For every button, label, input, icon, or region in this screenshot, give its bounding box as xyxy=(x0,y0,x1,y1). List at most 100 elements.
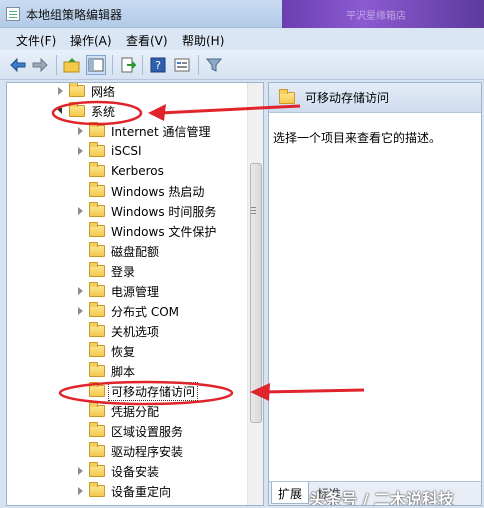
tree-item-label: 设备重定向 xyxy=(111,484,172,499)
tree-item-label: 磁盘配额 xyxy=(111,244,160,259)
tree-item-label: 网络 xyxy=(91,84,116,99)
menu-view[interactable]: 查看(V) xyxy=(126,32,168,49)
tree-item[interactable]: 登录 xyxy=(75,261,135,281)
folder-icon xyxy=(89,182,105,197)
tree-item[interactable]: Windows 时间服务 xyxy=(75,201,216,221)
details-pane: 可移动存储访问 选择一个项目来查看它的描述。 扩展 标准 头条号 / 二木说科技 xyxy=(268,82,482,506)
export-list-icon[interactable] xyxy=(118,55,138,75)
tree-item-label: Windows 时间服务 xyxy=(111,204,217,219)
toolbar-separator xyxy=(198,55,199,75)
tree-item-label: iSCSI xyxy=(111,144,142,158)
policy-editor-app-icon xyxy=(6,7,20,21)
tree-item-label: 区域设置服务 xyxy=(111,424,184,439)
tree-item[interactable]: 恢复 xyxy=(75,341,135,361)
folder-icon xyxy=(89,402,105,417)
toolbar-separator xyxy=(142,55,143,75)
tree-item[interactable]: Windows 热启动 xyxy=(75,181,204,201)
tree-item-label: 驱动程序安装 xyxy=(111,444,184,459)
tree-item[interactable]: 设备重定向 xyxy=(75,481,171,501)
tree-item-label: 恢复 xyxy=(111,344,136,359)
folder-icon xyxy=(89,122,105,137)
up-folder-icon[interactable] xyxy=(62,55,82,75)
tree-item[interactable]: 凭据分配 xyxy=(75,401,159,421)
tree-item[interactable]: 分布式 COM xyxy=(75,301,179,321)
folder-icon xyxy=(89,262,105,277)
folder-icon xyxy=(69,102,85,117)
expand-icon[interactable] xyxy=(75,286,85,296)
folder-icon xyxy=(89,282,105,297)
tree-item[interactable]: iSCSI xyxy=(75,141,142,161)
folder-icon xyxy=(89,142,105,157)
folder-icon xyxy=(89,202,105,217)
expand-icon[interactable] xyxy=(75,146,85,156)
tree-item[interactable]: Windows 文件保护 xyxy=(75,221,216,241)
watermark: 头条号 / 二木说科技 xyxy=(309,490,454,506)
background-window-text: 平沢星缘箱店 xyxy=(346,11,406,22)
expand-icon[interactable] xyxy=(75,126,85,136)
expand-icon[interactable] xyxy=(55,86,65,96)
tree-item[interactable]: 可移动存储访问 xyxy=(75,381,199,401)
expand-icon[interactable] xyxy=(75,466,85,476)
menu-bar: 文件(F) 操作(A) 查看(V) 帮助(H) xyxy=(0,28,484,50)
scrollbar-thumb[interactable] xyxy=(250,163,262,423)
tree-item-label: 登录 xyxy=(111,264,136,279)
policy-tree-pane: 网络系统 Internet 通信管理 iSCSI Kerberos Windows 热启… xyxy=(6,82,264,506)
folder-icon xyxy=(89,302,105,317)
background-window-strip: 平沢星缘箱店 xyxy=(282,0,484,28)
tree-item-label: 系统 xyxy=(91,104,116,119)
tree-item-label: 设备安装 xyxy=(111,464,160,479)
expand-icon[interactable] xyxy=(75,206,85,216)
folder-icon xyxy=(89,422,105,437)
tree-item[interactable]: 设备安装 xyxy=(75,461,159,481)
folder-icon xyxy=(69,83,85,97)
tree-item[interactable]: 驱动程序安装 xyxy=(75,441,183,461)
help-icon[interactable]: ? xyxy=(148,55,168,75)
tree-item[interactable]: 网络 xyxy=(55,83,116,101)
scrollbar-grip xyxy=(251,207,256,214)
window-title: 本地组策略编辑器 xyxy=(26,8,123,22)
tree-item-label: 可移动存储访问 xyxy=(108,381,199,401)
tree-item-label: Kerberos xyxy=(111,164,164,178)
details-header: 可移动存储访问 xyxy=(269,83,481,113)
tree-item[interactable]: 关机选项 xyxy=(75,321,159,341)
tree-item-label: 电源管理 xyxy=(111,284,160,299)
properties-icon[interactable] xyxy=(172,55,192,75)
expand-icon[interactable] xyxy=(75,306,85,316)
collapse-icon[interactable] xyxy=(55,106,65,116)
tree-item[interactable]: 磁盘配额 xyxy=(75,241,159,261)
menu-file[interactable]: 文件(F) xyxy=(16,32,56,49)
tree-item-label: 脚本 xyxy=(111,364,136,379)
folder-icon xyxy=(89,462,105,477)
folder-icon xyxy=(89,222,105,237)
expand-icon[interactable] xyxy=(75,486,85,496)
tree-item-label: Windows 文件保护 xyxy=(111,224,217,239)
tree-item[interactable]: Kerberos xyxy=(75,161,164,181)
menu-action[interactable]: 操作(A) xyxy=(70,32,112,49)
details-header-title: 可移动存储访问 xyxy=(305,91,390,105)
menu-help[interactable]: 帮助(H) xyxy=(182,32,224,49)
filter-icon[interactable] xyxy=(204,55,224,75)
back-arrow-icon[interactable] xyxy=(8,55,28,75)
tree-item[interactable]: 脚本 xyxy=(75,361,135,381)
folder-icon xyxy=(89,362,105,377)
folder-icon xyxy=(89,482,105,497)
vertical-scrollbar[interactable] xyxy=(247,83,263,505)
tab-extended[interactable]: 扩展 xyxy=(271,482,310,504)
title-bar: 本地组策略编辑器 平沢星缘箱店 xyxy=(0,0,484,28)
tree-item[interactable]: Internet 通信管理 xyxy=(75,121,210,141)
folder-icon xyxy=(89,382,105,397)
tree-item[interactable]: 电源管理 xyxy=(75,281,159,301)
show-tree-icon[interactable] xyxy=(86,55,106,75)
forward-arrow-icon[interactable] xyxy=(30,55,50,75)
tree-item[interactable]: 区域设置服务 xyxy=(75,421,183,441)
folder-icon xyxy=(89,322,105,337)
tree-item[interactable]: 系统 xyxy=(55,101,115,121)
